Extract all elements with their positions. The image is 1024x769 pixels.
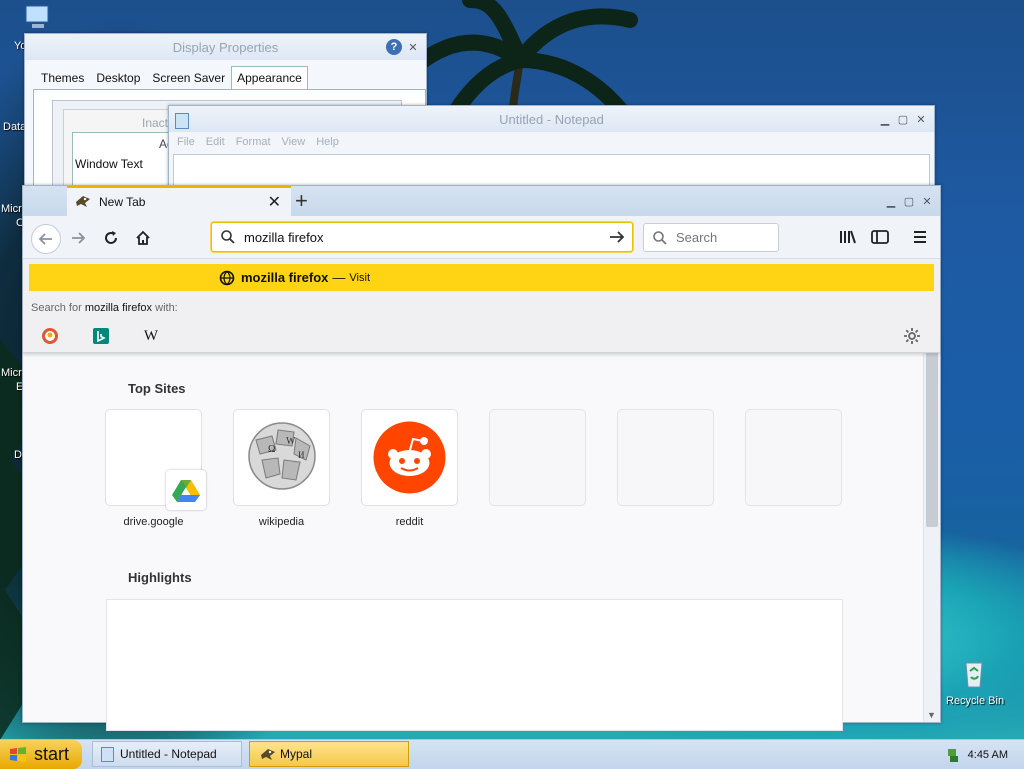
search-for-suffix: with:: [155, 302, 178, 314]
top-site-drive-google[interactable]: [106, 410, 206, 510]
svg-text:W: W: [286, 436, 296, 447]
maximize-icon[interactable]: ▢: [896, 112, 910, 126]
display-properties-titlebar[interactable]: Display Properties ? ✕: [25, 34, 426, 60]
google-drive-icon: [166, 470, 206, 510]
top-site-label: wikipedia: [258, 516, 305, 528]
suggestion-row[interactable]: mozilla firefox — Visit: [29, 264, 934, 291]
wikipedia-icon[interactable]: W: [142, 327, 160, 345]
top-site-label: drive.google: [123, 516, 184, 528]
notepad-app-icon: [175, 113, 189, 129]
my-computer-icon[interactable]: [22, 2, 54, 37]
top-site-reddit[interactable]: [362, 410, 457, 505]
suggestion-text: mozilla firefox: [241, 270, 329, 285]
menu-view[interactable]: View: [282, 136, 306, 148]
browser-window[interactable]: New Tab ✕ + ▁ ▢ ✕ mozilla firefox Search…: [22, 185, 941, 731]
desktop-label-5: Micr: [1, 367, 22, 379]
display-properties-tabs: Themes Desktop Screen Saver Appearance: [35, 66, 426, 90]
taskbar-item-mypal[interactable]: Mypal: [249, 741, 409, 767]
url-suggestions-dropdown: mozilla firefox — Visit Search for mozil…: [23, 259, 940, 353]
help-icon[interactable]: ?: [386, 39, 402, 55]
taskbar-item-label: Mypal: [280, 747, 313, 761]
svg-text:И: И: [298, 450, 305, 460]
desktop-label-2: Data: [3, 121, 27, 133]
windows-logo-icon: [10, 746, 26, 762]
network-icon[interactable]: [946, 747, 960, 763]
taskbar: start Untitled - Notepad Mypal 4:45 AM: [0, 739, 1024, 769]
wikipedia-globe-icon: Ω W И: [248, 422, 316, 490]
tab-screen-saver[interactable]: Screen Saver: [146, 66, 231, 90]
reddit-icon: [373, 421, 446, 494]
start-button[interactable]: start: [0, 740, 82, 769]
suggestion-action: Visit: [349, 271, 371, 284]
display-properties-title: Display Properties: [172, 39, 279, 55]
desktop-label-3: Micr: [1, 203, 22, 215]
top-site-empty[interactable]: [746, 410, 841, 505]
top-site-label: reddit: [395, 516, 424, 528]
duckduckgo-icon[interactable]: [41, 327, 59, 345]
window-text-label: Window Text: [75, 157, 143, 171]
start-label: start: [34, 744, 70, 764]
inactive-label: Inact: [142, 116, 169, 130]
highlights-heading: Highlights: [128, 570, 192, 585]
taskbar-item-label: Untitled - Notepad: [120, 747, 217, 761]
notepad-titlebar[interactable]: Untitled - Notepad ▁ ▢ ✕: [169, 106, 934, 132]
notepad-title: Untitled - Notepad: [499, 111, 604, 127]
menu-edit[interactable]: Edit: [206, 136, 225, 148]
search-for-prefix: Search for: [31, 302, 82, 314]
close-icon[interactable]: ✕: [914, 112, 928, 126]
recycle-bin-label: Recycle Bin: [946, 695, 1005, 707]
top-site-wikipedia[interactable]: Ω W И: [234, 410, 329, 505]
globe-icon: [219, 270, 235, 286]
menu-format[interactable]: Format: [236, 136, 271, 148]
vertical-scrollbar[interactable]: ▼: [923, 352, 940, 722]
top-sites-heading: Top Sites: [128, 381, 186, 396]
mypal-icon: [260, 747, 276, 761]
bing-icon[interactable]: [92, 327, 110, 345]
tab-appearance[interactable]: Appearance: [231, 66, 308, 90]
tab-desktop[interactable]: Desktop: [90, 66, 146, 90]
menu-file[interactable]: File: [177, 136, 195, 148]
suggestion-dash: —: [332, 270, 346, 285]
taskbar-item-notepad[interactable]: Untitled - Notepad: [92, 741, 242, 767]
top-site-empty[interactable]: [490, 410, 585, 505]
gear-icon[interactable]: [903, 327, 921, 345]
notepad-icon: [101, 746, 114, 762]
menu-help[interactable]: Help: [316, 136, 339, 148]
clock[interactable]: 4:45 AM: [968, 749, 1008, 761]
svg-text:Ω: Ω: [268, 444, 275, 455]
close-icon[interactable]: ✕: [406, 40, 420, 54]
highlights-area: [106, 599, 843, 731]
notepad-menubar: File Edit Format View Help: [169, 132, 934, 152]
recycle-bin-icon[interactable]: [958, 657, 990, 692]
notepad-window[interactable]: Untitled - Notepad ▁ ▢ ✕ File Edit Forma…: [168, 105, 935, 197]
minimize-icon[interactable]: ▁: [878, 112, 892, 126]
search-for-label: Search for mozilla firefox with:: [31, 302, 178, 314]
search-for-query: mozilla firefox: [84, 302, 153, 314]
scroll-down-icon[interactable]: ▼: [927, 710, 936, 720]
top-site-empty[interactable]: [618, 410, 713, 505]
desktop-label-7: D: [14, 449, 22, 461]
tab-themes[interactable]: Themes: [35, 66, 90, 90]
system-tray: 4:45 AM: [934, 740, 1024, 769]
scrollbar-thumb[interactable]: [926, 352, 938, 527]
